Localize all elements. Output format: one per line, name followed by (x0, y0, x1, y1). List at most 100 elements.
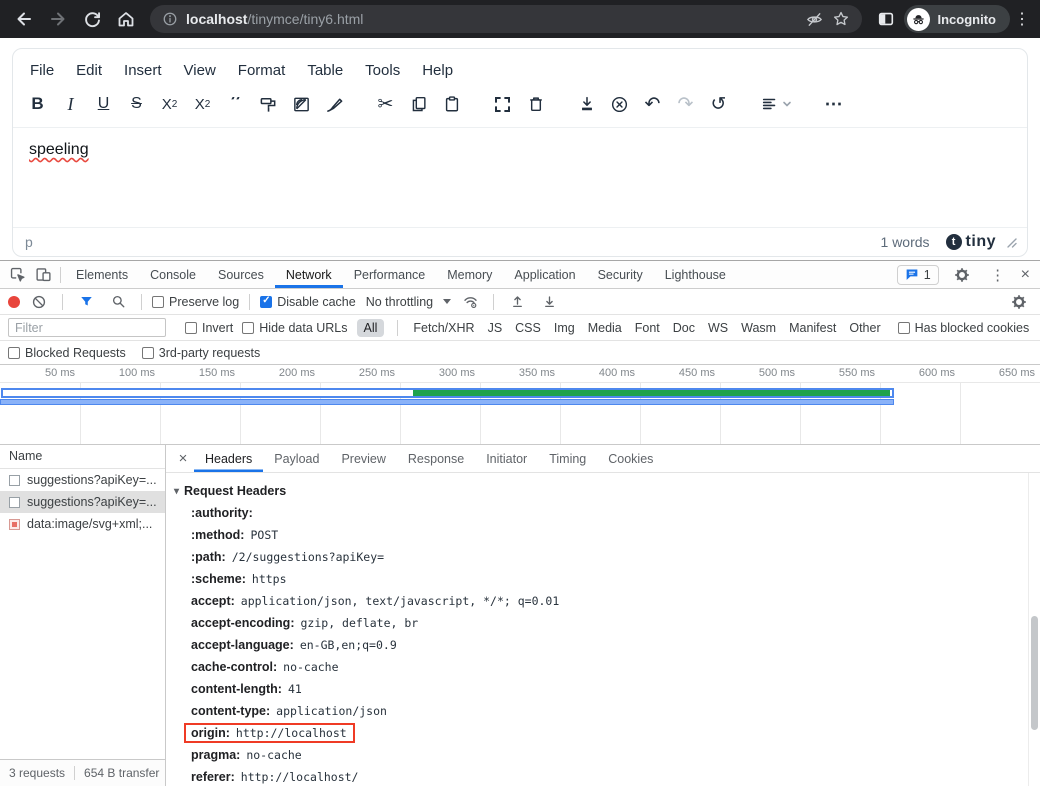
export-har-icon[interactable] (536, 290, 562, 314)
format-painter-icon[interactable] (252, 89, 285, 119)
search-icon[interactable] (105, 290, 131, 314)
issues-badge[interactable]: 1 (897, 265, 939, 285)
devtools-tab-performance[interactable]: Performance (343, 261, 437, 288)
menu-format[interactable]: Format (227, 58, 297, 83)
blockquote-icon[interactable]: ” (219, 89, 252, 119)
filter-type-ws[interactable]: WS (706, 319, 730, 337)
detail-tab-timing[interactable]: Timing (538, 445, 597, 472)
name-column-header[interactable]: Name (0, 445, 165, 469)
devtools-tab-lighthouse[interactable]: Lighthouse (654, 261, 737, 288)
network-conditions-icon[interactable] (457, 290, 483, 314)
strikethrough-icon[interactable]: S (120, 89, 153, 119)
delete-icon[interactable] (519, 89, 552, 119)
incognito-chip[interactable]: Incognito (904, 5, 1011, 33)
menu-help[interactable]: Help (411, 58, 464, 83)
detail-tab-payload[interactable]: Payload (263, 445, 330, 472)
more-toolbar-icon[interactable]: ⋯ (817, 89, 850, 119)
editor-content[interactable]: speeling (13, 128, 1027, 227)
filter-icon[interactable] (73, 290, 99, 314)
clear-network-log-icon[interactable] (26, 290, 52, 314)
reload-icon[interactable] (76, 3, 108, 35)
preserve-log-checkbox[interactable]: Preserve log (152, 295, 239, 309)
undo-icon[interactable]: ↶ (636, 89, 669, 119)
filter-type-doc[interactable]: Doc (671, 319, 697, 337)
network-settings-icon[interactable] (1006, 290, 1032, 314)
device-toolbar-icon[interactable] (30, 263, 56, 287)
address-bar[interactable]: localhost/tinymce/tiny6.html (150, 5, 862, 33)
devtools-menu-icon[interactable]: ⋮ (985, 263, 1011, 287)
back-icon[interactable] (8, 3, 40, 35)
image-options-icon[interactable] (285, 89, 318, 119)
bold-icon[interactable]: B (21, 89, 54, 119)
devtools-tab-application[interactable]: Application (503, 261, 586, 288)
menu-edit[interactable]: Edit (65, 58, 113, 83)
hide-data-urls-checkbox[interactable]: Hide data URLs (242, 321, 347, 335)
forward-icon[interactable] (42, 3, 74, 35)
filter-type-media[interactable]: Media (586, 319, 624, 337)
disable-cache-checkbox[interactable]: Disable cache (260, 295, 356, 309)
import-har-icon[interactable] (504, 290, 530, 314)
scrollbar-thumb[interactable] (1031, 616, 1038, 730)
detail-scrollbar[interactable] (1028, 473, 1040, 786)
detail-tab-initiator[interactable]: Initiator (475, 445, 538, 472)
devtools-tab-elements[interactable]: Elements (65, 261, 139, 288)
filter-type-img[interactable]: Img (552, 319, 577, 337)
redo-icon[interactable]: ↷ (669, 89, 702, 119)
filter-type-manifest[interactable]: Manifest (787, 319, 838, 337)
side-panel-icon[interactable] (870, 3, 902, 35)
third-party-requests-checkbox[interactable]: 3rd-party requests (142, 346, 260, 360)
close-detail-icon[interactable]: × (172, 450, 194, 467)
subscript-icon[interactable]: X2 (153, 89, 186, 119)
devtools-tab-console[interactable]: Console (139, 261, 207, 288)
request-row[interactable]: suggestions?apiKey=... (0, 469, 165, 491)
site-info-icon[interactable] (162, 11, 178, 27)
devtools-tab-memory[interactable]: Memory (436, 261, 503, 288)
password-hidden-icon[interactable] (805, 10, 824, 29)
underline-icon[interactable]: U (87, 89, 120, 119)
blocked-requests-checkbox[interactable]: Blocked Requests (8, 346, 126, 360)
request-row-selected[interactable]: suggestions?apiKey=... (0, 491, 165, 513)
select-all-icon[interactable] (486, 89, 519, 119)
devtools-close-icon[interactable]: × (1021, 266, 1030, 284)
misspelled-word[interactable]: speeling (29, 141, 89, 158)
filter-type-js[interactable]: JS (486, 319, 505, 337)
detail-tab-preview[interactable]: Preview (330, 445, 396, 472)
network-overview-timeline[interactable]: 50 ms 100 ms 150 ms 200 ms 250 ms 300 ms… (0, 365, 1040, 445)
home-icon[interactable] (110, 3, 142, 35)
filter-input[interactable] (8, 318, 166, 337)
bookmark-star-icon[interactable] (832, 10, 850, 28)
highlight-brush-icon[interactable] (318, 89, 351, 119)
align-dropdown-icon[interactable] (753, 89, 799, 119)
word-count[interactable]: 1 words (881, 234, 930, 250)
menu-tools[interactable]: Tools (354, 58, 411, 83)
record-network-log-icon[interactable] (8, 296, 20, 308)
filter-type-font[interactable]: Font (633, 319, 662, 337)
filter-type-css[interactable]: CSS (513, 319, 543, 337)
copy-icon[interactable] (402, 89, 435, 119)
throttling-select[interactable]: No throttling (366, 295, 451, 309)
filter-type-all[interactable]: All (357, 319, 385, 337)
filter-type-other[interactable]: Other (847, 319, 882, 337)
browser-menu-icon[interactable]: ⋮ (1012, 9, 1032, 29)
invert-checkbox[interactable]: Invert (185, 321, 233, 335)
has-blocked-cookies-checkbox[interactable]: Has blocked cookies (898, 321, 1030, 335)
detail-tab-headers[interactable]: Headers (194, 445, 263, 472)
devtools-settings-icon[interactable] (949, 263, 975, 287)
cut-icon[interactable]: ✂ (369, 89, 402, 119)
inspect-element-icon[interactable] (4, 263, 30, 287)
resize-handle-icon[interactable] (1006, 237, 1017, 248)
request-headers-section[interactable]: ▾ Request Headers (174, 480, 1028, 502)
menu-view[interactable]: View (173, 58, 227, 83)
devtools-tab-security[interactable]: Security (587, 261, 654, 288)
element-path[interactable]: p (25, 234, 33, 250)
request-row[interactable]: data:image/svg+xml;... (0, 513, 165, 535)
tiny-brand[interactable]: t tiny (946, 233, 996, 251)
devtools-tab-network[interactable]: Network (275, 261, 343, 288)
filter-type-wasm[interactable]: Wasm (739, 319, 778, 337)
menu-file[interactable]: File (19, 58, 65, 83)
menu-insert[interactable]: Insert (113, 58, 173, 83)
detail-tab-cookies[interactable]: Cookies (597, 445, 664, 472)
export-download-icon[interactable] (570, 89, 603, 119)
menu-table[interactable]: Table (296, 58, 354, 83)
superscript-icon[interactable]: X2 (186, 89, 219, 119)
